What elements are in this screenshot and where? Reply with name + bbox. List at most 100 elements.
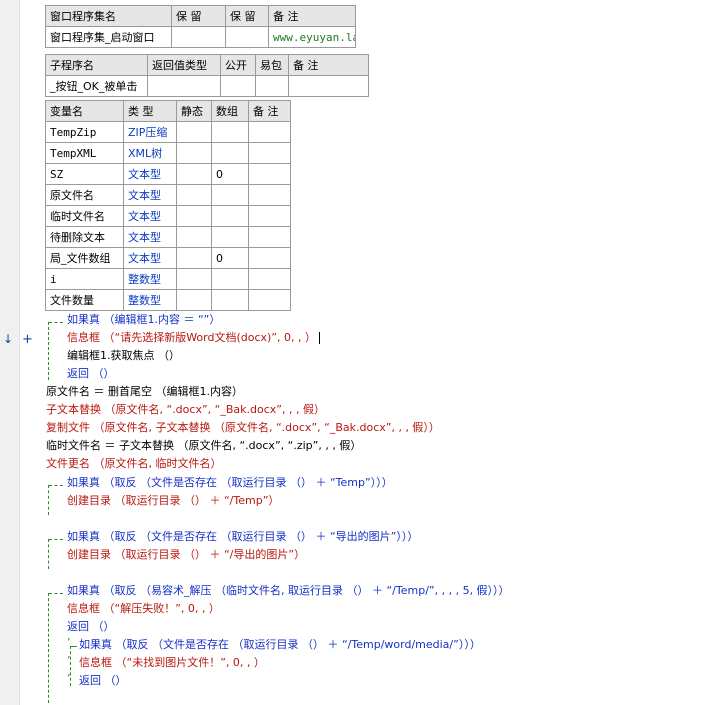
var-name-cell[interactable]: TempXML bbox=[45, 142, 124, 164]
var-type-cell[interactable]: ZIP压缩 bbox=[123, 121, 177, 143]
code-line-replace[interactable]: 子文本替换 （原文件名, “.docx”, “_Bak.docx”, , , 假… bbox=[46, 401, 325, 419]
var-remark-cell[interactable] bbox=[248, 268, 291, 290]
var-static-cell[interactable] bbox=[176, 205, 212, 227]
var-name-cell[interactable]: SZ bbox=[45, 163, 124, 185]
var-static-cell[interactable] bbox=[176, 184, 212, 206]
var-static-cell[interactable] bbox=[176, 226, 212, 248]
var-remark-cell[interactable] bbox=[248, 163, 291, 185]
var-static-cell[interactable] bbox=[176, 163, 212, 185]
var-remark-cell[interactable] bbox=[248, 121, 291, 143]
code-text: 文件更名 （原文件名, 临时文件名） bbox=[46, 457, 222, 470]
var-static-cell[interactable] bbox=[176, 121, 212, 143]
var-array-cell[interactable] bbox=[211, 142, 249, 164]
var-remark-cell[interactable] bbox=[248, 205, 291, 227]
code-text: 如果真 （取反 （文件是否存在 （取运行目录 （） ＋ “/Temp/word/… bbox=[79, 638, 481, 651]
var-type-cell[interactable]: 文本型 bbox=[123, 226, 177, 248]
var-static-cell[interactable] bbox=[176, 268, 212, 290]
var-array-cell[interactable] bbox=[211, 226, 249, 248]
var-static-cell[interactable] bbox=[176, 247, 212, 269]
code-line-return[interactable]: 返回 （） bbox=[67, 365, 115, 383]
var-type-cell[interactable]: 整数型 bbox=[123, 289, 177, 311]
var-array-cell[interactable] bbox=[211, 268, 249, 290]
variable-row[interactable]: 待删除文本 文本型 bbox=[45, 226, 291, 248]
variable-row[interactable]: TempXML XML树 bbox=[45, 142, 291, 164]
var-name-cell[interactable]: 文件数量 bbox=[45, 289, 124, 311]
code-line-return-unzip[interactable]: 返回 （） bbox=[67, 618, 115, 636]
var-array-cell[interactable]: 0 bbox=[211, 163, 249, 185]
code-text: 子文本替换 （原文件名, “.docx”, “_Bak.docx”, , , 假… bbox=[46, 403, 325, 416]
var-name-cell[interactable]: 临时文件名 bbox=[45, 205, 124, 227]
var-remark-cell[interactable] bbox=[248, 247, 291, 269]
block-guide-dash bbox=[49, 322, 63, 323]
code-line-mkdir-images[interactable]: 创建目录 （取运行目录 （） ＋ “/导出的图片”） bbox=[67, 546, 305, 564]
code-line-assign-original[interactable]: 原文件名 ＝ 删首尾空 （编辑框1.内容） bbox=[46, 383, 243, 401]
var-array-cell[interactable] bbox=[211, 184, 249, 206]
var-type-cell[interactable]: 文本型 bbox=[123, 247, 177, 269]
code-line-return-media[interactable]: 返回 （） bbox=[79, 672, 127, 690]
var-remark-cell[interactable] bbox=[248, 289, 291, 311]
code-text: 创建目录 （取运行目录 （） ＋ “/导出的图片”） bbox=[67, 548, 306, 561]
variable-row[interactable]: i 整数型 bbox=[45, 268, 291, 290]
variable-row[interactable]: 局_文件数组 文本型 0 bbox=[45, 247, 291, 269]
code-line-msgbox[interactable]: 信息框 （“请先选择新版Word文档(docx)”, 0, , ） bbox=[67, 329, 320, 347]
comment-mark: ’ bbox=[67, 672, 71, 685]
code-line-assign-temp[interactable]: 临时文件名 ＝ 子文本替换 （原文件名, “.docx”, “.zip”, , … bbox=[46, 437, 361, 455]
code-line-msgbox-media[interactable]: 信息框 （“未找到图片文件！”, 0, , ） bbox=[79, 654, 265, 672]
code-line-focus[interactable]: 编辑框1.获取焦点 （） bbox=[67, 347, 180, 365]
var-static-cell[interactable] bbox=[176, 142, 212, 164]
var-remark-cell[interactable] bbox=[248, 226, 291, 248]
col-reserved-1: 保 留 bbox=[171, 5, 226, 27]
expand-plus-icon[interactable]: + bbox=[22, 332, 33, 347]
var-name-cell[interactable]: 局_文件数组 bbox=[45, 247, 124, 269]
code-text: 返回 （） bbox=[67, 367, 115, 380]
var-name-cell[interactable]: TempZip bbox=[45, 121, 124, 143]
variable-row[interactable]: TempZip ZIP压缩 bbox=[45, 121, 291, 143]
variable-row[interactable]: 文件数量 整数型 bbox=[45, 289, 291, 311]
code-line-if-images[interactable]: 如果真 （取反 （文件是否存在 （取运行目录 （） ＋ “导出的图片”））） bbox=[67, 528, 418, 546]
variable-row[interactable]: 原文件名 文本型 bbox=[45, 184, 291, 206]
var-type-cell[interactable]: 整数型 bbox=[123, 268, 177, 290]
var-array-cell[interactable]: 0 bbox=[211, 247, 249, 269]
return-type-cell[interactable] bbox=[147, 75, 221, 97]
var-name-cell[interactable]: 待删除文本 bbox=[45, 226, 124, 248]
assembly-name-cell[interactable]: 窗口程序集_启动窗口 bbox=[45, 26, 172, 48]
subroutine-row[interactable]: _按钮_OK_被单击 bbox=[45, 75, 369, 97]
var-static-cell[interactable] bbox=[176, 289, 212, 311]
code-line-if-media[interactable]: 如果真 （取反 （文件是否存在 （取运行目录 （） ＋ “/Temp/word/… bbox=[79, 636, 481, 654]
var-name-cell[interactable]: i bbox=[45, 268, 124, 290]
code-line-if[interactable]: 如果真 （编辑框1.内容 ＝ “”） bbox=[67, 311, 220, 329]
col-remark: 备 注 bbox=[268, 5, 356, 27]
var-type-cell[interactable]: 文本型 bbox=[123, 163, 177, 185]
code-line-mkdir-temp[interactable]: 创建目录 （取运行目录 （） ＋ “/Temp”） bbox=[67, 492, 279, 510]
block-guide-dash bbox=[49, 539, 63, 540]
var-remark-cell[interactable] bbox=[248, 142, 291, 164]
code-line-msgbox-unzip[interactable]: 信息框 （“解压失败！”, 0, , ） bbox=[67, 600, 220, 618]
epackage-cell[interactable] bbox=[255, 75, 289, 97]
remark-cell[interactable]: www.eyuyan.la bbox=[268, 26, 356, 48]
block-guide-dash bbox=[49, 485, 63, 486]
reserved-1-cell[interactable] bbox=[171, 26, 226, 48]
variable-row[interactable]: 临时文件名 文本型 bbox=[45, 205, 291, 227]
public-cell[interactable] bbox=[220, 75, 256, 97]
code-line-if-temp[interactable]: 如果真 （取反 （文件是否存在 （取运行目录 （） ＋ “Temp”））） bbox=[67, 474, 393, 492]
code-line-if-unzip[interactable]: 如果真 （取反 （易容术_解压 （临时文件名, 取运行目录 （） ＋ “/Tem… bbox=[67, 582, 510, 600]
variable-row[interactable]: SZ 文本型 0 bbox=[45, 163, 291, 185]
var-name-cell[interactable]: 原文件名 bbox=[45, 184, 124, 206]
var-type-cell[interactable]: 文本型 bbox=[123, 205, 177, 227]
code-line-rename[interactable]: 文件更名 （原文件名, 临时文件名） bbox=[46, 455, 222, 473]
sub-remark-cell[interactable] bbox=[288, 75, 369, 97]
var-array-cell[interactable] bbox=[211, 205, 249, 227]
code-line-copy[interactable]: 复制文件 （原文件名, 子文本替换 （原文件名, “.docx”, “_Bak.… bbox=[46, 419, 440, 437]
var-type-cell[interactable]: 文本型 bbox=[123, 184, 177, 206]
code-text: 信息框 （“请先选择新版Word文档(docx)”, 0, , ） bbox=[67, 331, 316, 344]
comment-mark: ’ bbox=[67, 636, 71, 649]
var-type-cell[interactable]: XML树 bbox=[123, 142, 177, 164]
col-sub-name: 子程序名 bbox=[45, 54, 148, 76]
reserved-2-cell[interactable] bbox=[225, 26, 269, 48]
var-remark-cell[interactable] bbox=[248, 184, 291, 206]
var-array-cell[interactable] bbox=[211, 121, 249, 143]
assembly-row[interactable]: 窗口程序集_启动窗口 www.eyuyan.la bbox=[45, 26, 356, 48]
var-array-cell[interactable] bbox=[211, 289, 249, 311]
sub-name-cell[interactable]: _按钮_OK_被单击 bbox=[45, 75, 148, 97]
breakpoint-arrow-icon[interactable]: ↓ bbox=[3, 333, 13, 345]
